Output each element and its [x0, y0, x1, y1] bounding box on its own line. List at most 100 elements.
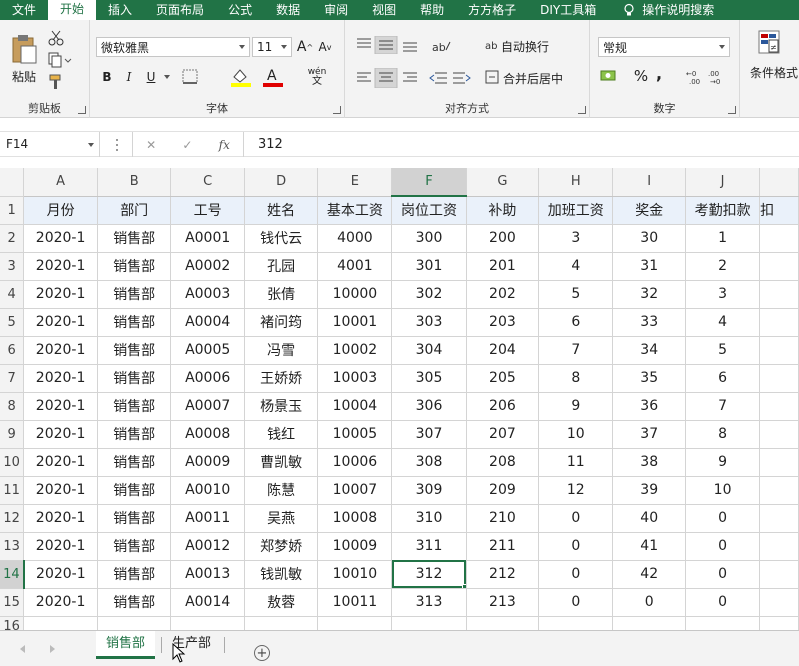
accounting-format-icon[interactable]	[600, 68, 624, 84]
header-cell[interactable]: 姓名	[244, 196, 319, 225]
table-cell[interactable]: 7	[538, 336, 614, 365]
header-cell[interactable]: 考勤扣款	[685, 196, 761, 225]
table-cell[interactable]	[317, 616, 393, 630]
table-cell[interactable]: 9	[538, 392, 614, 421]
table-cell[interactable]: 2020-1	[23, 364, 98, 393]
table-cell[interactable]: 销售部	[97, 224, 172, 253]
font-color-icon[interactable]: A	[262, 67, 284, 87]
table-cell[interactable]: 曹凯敏	[244, 448, 319, 477]
table-cell[interactable]: 销售部	[97, 560, 172, 589]
table-cell[interactable]: 39	[612, 476, 687, 505]
table-cell[interactable]	[759, 532, 799, 561]
row-header[interactable]: 10	[0, 448, 25, 477]
column-header-b[interactable]: B	[97, 168, 172, 197]
underline-button[interactable]: U	[142, 68, 160, 86]
table-cell[interactable]: 2020-1	[23, 280, 98, 309]
row-header[interactable]: 16	[0, 616, 25, 630]
selected-cell[interactable]: 312	[391, 560, 467, 589]
table-cell[interactable]: 张倩	[244, 280, 319, 309]
table-cell[interactable]: 308	[391, 448, 467, 477]
conditional-format-icon[interactable]: ≠	[758, 30, 784, 58]
table-cell[interactable]: 303	[391, 308, 467, 337]
column-header-d[interactable]: D	[244, 168, 319, 197]
table-cell[interactable]: 10011	[317, 588, 393, 617]
table-cell[interactable]: A0011	[170, 504, 245, 533]
table-cell[interactable]: 38	[612, 448, 687, 477]
table-cell[interactable]: A0014	[170, 588, 245, 617]
sheet-tab-sales[interactable]: 销售部	[96, 631, 156, 659]
table-cell[interactable]: 销售部	[97, 532, 172, 561]
header-cell[interactable]: 扣	[759, 196, 799, 225]
formula-input[interactable]: 312	[258, 132, 283, 157]
table-cell[interactable]: 30	[612, 224, 687, 253]
table-cell[interactable]: 孔园	[244, 252, 319, 281]
table-cell[interactable]: 0	[538, 504, 614, 533]
add-sheet-button[interactable]: +	[254, 645, 270, 661]
tab-page-layout[interactable]: 页面布局	[144, 0, 216, 20]
indent-icons[interactable]	[429, 70, 471, 86]
table-cell[interactable]: 0	[685, 504, 761, 533]
table-cell[interactable]: 37	[612, 420, 687, 449]
table-cell[interactable]: 0	[685, 588, 761, 617]
table-cell[interactable]: 3	[538, 224, 614, 253]
table-cell[interactable]: 2020-1	[23, 588, 98, 617]
table-cell[interactable]: 31	[612, 252, 687, 281]
table-cell[interactable]: 4000	[317, 224, 393, 253]
table-cell[interactable]	[759, 420, 799, 449]
table-cell[interactable]: 207	[466, 420, 540, 449]
table-cell[interactable]: 0	[685, 532, 761, 561]
table-cell[interactable]: 202	[466, 280, 540, 309]
row-header[interactable]: 9	[0, 420, 25, 449]
table-cell[interactable]: 10	[538, 420, 614, 449]
table-cell[interactable]: 10000	[317, 280, 393, 309]
table-cell[interactable]	[759, 280, 799, 309]
table-cell[interactable]: A0008	[170, 420, 245, 449]
phonetic-guide-button[interactable]: wén 文	[305, 66, 329, 88]
table-cell[interactable]: 4	[685, 308, 761, 337]
table-cell[interactable]: 10005	[317, 420, 393, 449]
row-header[interactable]: 11	[0, 476, 25, 505]
table-cell[interactable]	[685, 616, 761, 630]
table-cell[interactable]: A0006	[170, 364, 245, 393]
comma-button[interactable]: ,	[654, 64, 664, 83]
table-cell[interactable]: 201	[466, 252, 540, 281]
table-cell[interactable]: 销售部	[97, 280, 172, 309]
table-cell[interactable]: 2	[685, 252, 761, 281]
table-cell[interactable]: 211	[466, 532, 540, 561]
italic-button[interactable]: I	[120, 68, 138, 86]
table-cell[interactable]: 2020-1	[23, 252, 98, 281]
table-cell[interactable]: 33	[612, 308, 687, 337]
table-cell[interactable]: A0005	[170, 336, 245, 365]
tab-fangfang[interactable]: 方方格子	[456, 0, 528, 20]
table-cell[interactable]: A0012	[170, 532, 245, 561]
table-cell[interactable]: 41	[612, 532, 687, 561]
table-cell[interactable]: 34	[612, 336, 687, 365]
column-header-j[interactable]: J	[685, 168, 761, 197]
table-cell[interactable]: 313	[391, 588, 467, 617]
table-cell[interactable]	[759, 616, 799, 630]
merge-center-button[interactable]: 合并后居中	[503, 69, 563, 87]
table-cell[interactable]: 3	[685, 280, 761, 309]
table-cell[interactable]: 10009	[317, 532, 393, 561]
tab-insert[interactable]: 插入	[96, 0, 144, 20]
tell-me-search[interactable]: 操作说明搜索	[608, 0, 726, 20]
scroll-right-icon[interactable]	[50, 645, 55, 653]
table-cell[interactable]: 2020-1	[23, 476, 98, 505]
orientation-icon[interactable]: ab	[431, 38, 455, 54]
table-cell[interactable]: 2020-1	[23, 420, 98, 449]
column-header-a[interactable]: A	[23, 168, 98, 197]
table-cell[interactable]: 208	[466, 448, 540, 477]
table-cell[interactable]: 销售部	[97, 252, 172, 281]
table-cell[interactable]	[759, 392, 799, 421]
table-cell[interactable]: 销售部	[97, 336, 172, 365]
table-cell[interactable]: 5	[685, 336, 761, 365]
decimal-adjust-icons[interactable]: ←0.00 .00→0	[686, 68, 728, 86]
table-cell[interactable]	[244, 616, 319, 630]
table-cell[interactable]: A0010	[170, 476, 245, 505]
table-cell[interactable]: 35	[612, 364, 687, 393]
table-cell[interactable]: 销售部	[97, 420, 172, 449]
table-cell[interactable]: 销售部	[97, 308, 172, 337]
sheet-tab-production[interactable]: 生产部	[162, 631, 221, 659]
table-cell[interactable]: 305	[391, 364, 467, 393]
table-cell[interactable]: A0001	[170, 224, 245, 253]
